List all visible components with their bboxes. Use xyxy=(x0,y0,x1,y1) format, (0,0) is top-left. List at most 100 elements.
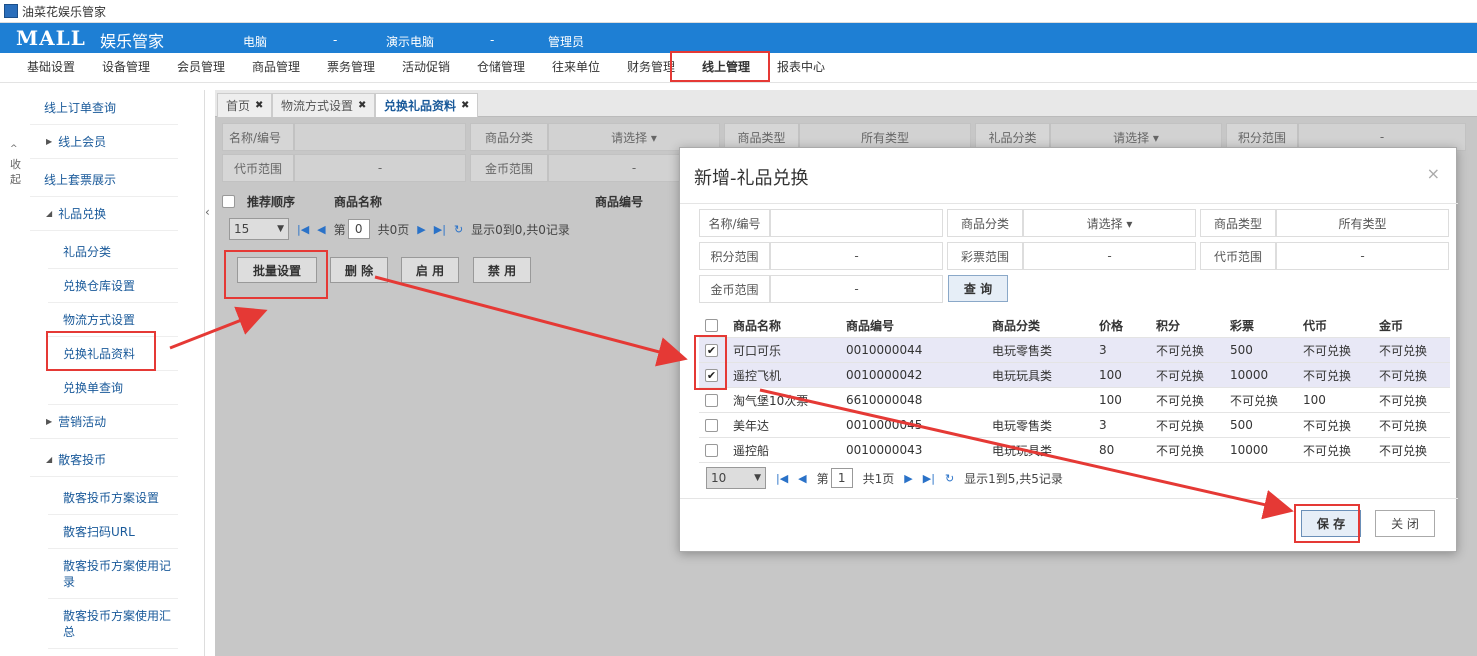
filter-label: 代币范围 xyxy=(1200,242,1276,270)
table-row[interactable]: ✔ 可口可乐 0010000044 电玩零售类 3 不可兑换 500 不可兑换 … xyxy=(699,338,1450,363)
page-number-input[interactable]: 0 xyxy=(347,219,370,239)
filter-label: 代币范围 xyxy=(222,154,294,182)
collapse-toggle[interactable]: ^ 收起 xyxy=(10,140,24,187)
query-button[interactable]: 查 询 xyxy=(948,275,1008,302)
menu-partners[interactable]: 往来单位 xyxy=(552,58,600,75)
sidebar-item-coin-plan[interactable]: 散客投币方案设置 xyxy=(48,481,178,515)
sidebar-item-plan-usage-summary[interactable]: 散客投币方案使用汇总 xyxy=(48,599,178,649)
col-header: 商品编号 xyxy=(595,194,644,209)
name-code-input[interactable] xyxy=(294,123,466,151)
close-button[interactable]: 关 闭 xyxy=(1375,510,1435,537)
points-range-input[interactable]: - xyxy=(770,242,943,270)
goods-table: 商品名称 商品编号 商品分类 价格 积分 彩票 代币 金币 ✔ 可口可乐 001… xyxy=(699,314,1450,463)
dialog-filter-row-2: 积分范围 - 彩票范围 - 代币范围 - xyxy=(699,242,1449,272)
refresh-icon[interactable]: ↻ xyxy=(454,223,463,236)
tab-logistics[interactable]: 物流方式设置 ✖ xyxy=(272,93,376,117)
sidebar-item-package-display[interactable]: 线上套票展示 xyxy=(30,163,178,197)
logo: MALL xyxy=(16,26,86,50)
last-page-icon[interactable]: ▶| xyxy=(434,223,446,236)
col-header: 金币 xyxy=(1379,319,1404,333)
page-size-select[interactable]: 15 ▼ xyxy=(229,218,289,240)
delete-button[interactable]: 删 除 xyxy=(330,257,388,283)
page-number-input[interactable]: 1 xyxy=(830,468,853,488)
top-header: MALL 娱乐管家 电脑 - 演示电脑 - 管理员 xyxy=(0,23,1477,53)
row-checkbox[interactable] xyxy=(705,393,718,407)
menu-finance[interactable]: 财务管理 xyxy=(627,58,675,75)
highlight-box xyxy=(694,335,727,390)
expand-icon: ▶ xyxy=(46,417,53,426)
separator: - xyxy=(333,33,338,47)
filter-label: 名称/编号 xyxy=(222,123,294,151)
close-icon[interactable]: ✖ xyxy=(461,100,469,111)
table-row[interactable]: 美年达 0010000045 电玩零售类 3 不可兑换 500 不可兑换 不可兑… xyxy=(699,413,1450,438)
goods-type-select[interactable]: 所有类型 xyxy=(1276,209,1449,237)
menu-warehouse[interactable]: 仓储管理 xyxy=(477,58,525,75)
tab-gift-data[interactable]: 兑换礼品资料 ✖ xyxy=(375,93,479,117)
device-type: 电脑 xyxy=(243,35,268,49)
menu-promotion[interactable]: 活动促销 xyxy=(402,58,450,75)
refresh-icon[interactable]: ↻ xyxy=(945,472,954,485)
page-label: 第 xyxy=(333,222,346,237)
last-page-icon[interactable]: ▶| xyxy=(923,472,935,485)
sidebar-item-gift-exchange[interactable]: ◢ 礼品兑换 xyxy=(30,197,178,231)
record-info: 显示0到0,共0记录 xyxy=(471,222,570,237)
logo-subtitle: 娱乐管家 xyxy=(100,32,165,51)
sidebar-toggle-icon[interactable]: ‹ xyxy=(205,205,210,219)
col-header: 彩票 xyxy=(1230,319,1255,333)
app-icon xyxy=(4,4,18,18)
next-page-icon[interactable]: ▶ xyxy=(417,223,425,236)
sidebar-item-online-orders[interactable]: 线上订单查询 xyxy=(30,91,178,125)
col-header: 价格 xyxy=(1099,319,1124,333)
disable-button[interactable]: 禁 用 xyxy=(473,257,531,283)
menu-goods[interactable]: 商品管理 xyxy=(252,58,300,75)
table-row[interactable]: 遥控船 0010000043 电玩玩具类 80 不可兑换 10000 不可兑换 … xyxy=(699,438,1450,463)
select-all-checkbox[interactable] xyxy=(705,319,718,332)
next-page-icon[interactable]: ▶ xyxy=(904,472,912,485)
goods-category-select[interactable]: 请选择 ▾ xyxy=(1023,209,1196,237)
enable-button[interactable]: 启 用 xyxy=(401,257,459,283)
row-checkbox[interactable] xyxy=(705,418,718,432)
first-page-icon[interactable]: |◀ xyxy=(776,472,788,485)
record-info: 显示1到5,共5记录 xyxy=(964,471,1063,486)
sidebar-item-exchange-query[interactable]: 兑换单查询 xyxy=(48,371,178,405)
tab-home[interactable]: 首页 ✖ xyxy=(217,93,273,117)
menu-device[interactable]: 设备管理 xyxy=(102,58,150,75)
first-page-icon[interactable]: |◀ xyxy=(297,223,309,236)
col-header: 商品编号 xyxy=(846,319,895,333)
sidebar-item-marketing[interactable]: ▶ 营销活动 xyxy=(30,405,178,439)
sidebar-item-walkin-coins[interactable]: ◢ 散客投币 xyxy=(30,443,178,477)
menu-basic-settings[interactable]: 基础设置 xyxy=(27,58,75,75)
highlight-box xyxy=(670,51,770,82)
sidebar-item-plan-usage-log[interactable]: 散客投币方案使用记录 xyxy=(48,549,178,599)
sidebar-item-online-members[interactable]: ▶ 线上会员 xyxy=(30,125,178,159)
collapse-label: 收起 xyxy=(10,158,21,186)
token-range-input[interactable]: - xyxy=(294,154,466,182)
select-all-checkbox[interactable] xyxy=(222,194,235,208)
sidebar-item-exchange-warehouse[interactable]: 兑换仓库设置 xyxy=(48,269,178,303)
filter-label: 商品类型 xyxy=(1200,209,1276,237)
close-icon[interactable]: ✖ xyxy=(255,100,263,111)
close-icon[interactable]: × xyxy=(1427,164,1440,183)
gift-exchange-dialog: 新增-礼品兑换 × 名称/编号 商品分类 请选择 ▾ 商品类型 所有类型 积分范… xyxy=(679,147,1458,552)
sidebar-item-scan-url[interactable]: 散客扫码URL xyxy=(48,515,178,549)
prev-page-icon[interactable]: ◀ xyxy=(798,472,806,485)
grid-header: 推荐顺序 商品名称 商品编号 xyxy=(222,190,643,212)
table-row[interactable]: 淘气堡10次票 6610000048 100 不可兑换 不可兑换 100 不可兑… xyxy=(699,388,1450,413)
table-row[interactable]: ✔ 遥控飞机 0010000042 电玩玩具类 100 不可兑换 10000 不… xyxy=(699,363,1450,388)
menu-reports[interactable]: 报表中心 xyxy=(777,58,825,75)
name-code-input[interactable] xyxy=(770,209,943,237)
filter-row-2: 代币范围 - 金币范围 - xyxy=(222,154,720,184)
tab-bar: 首页 ✖ 物流方式设置 ✖ 兑换礼品资料 ✖ xyxy=(215,90,1477,117)
menu-member[interactable]: 会员管理 xyxy=(177,58,225,75)
page-size-select[interactable]: 10 ▼ xyxy=(706,467,766,489)
token-range-input[interactable]: - xyxy=(1276,242,1449,270)
row-checkbox[interactable] xyxy=(705,443,718,457)
table-header: 商品名称 商品编号 商品分类 价格 积分 彩票 代币 金币 xyxy=(699,314,1450,338)
sidebar-item-gift-category[interactable]: 礼品分类 xyxy=(48,235,178,269)
prev-page-icon[interactable]: ◀ xyxy=(317,223,325,236)
lottery-range-input[interactable]: - xyxy=(1023,242,1196,270)
close-icon[interactable]: ✖ xyxy=(358,100,366,111)
menu-ticket[interactable]: 票务管理 xyxy=(327,58,375,75)
page-label: 第 xyxy=(816,471,829,486)
gold-range-input[interactable]: - xyxy=(770,275,943,303)
